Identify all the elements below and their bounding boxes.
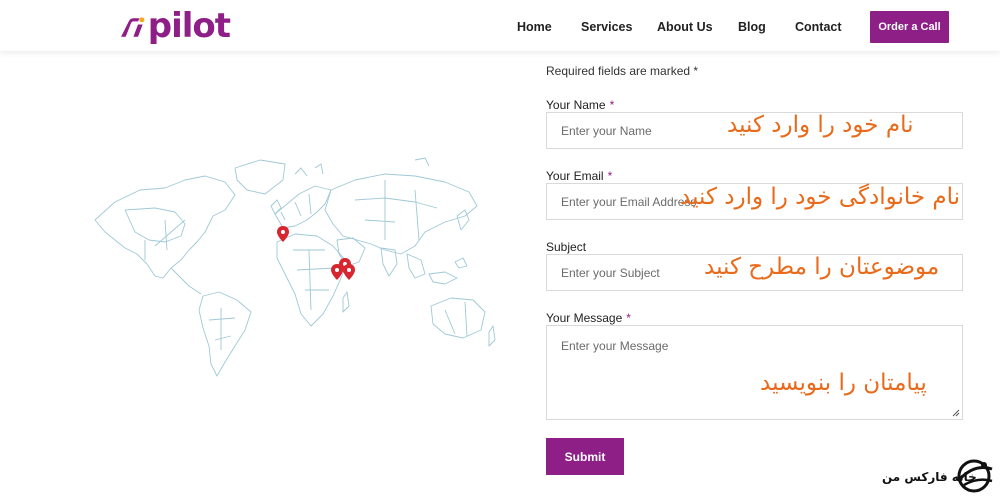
brand-name: pilot (147, 6, 231, 46)
subject-input[interactable] (547, 255, 962, 290)
logo-mark-icon (121, 17, 145, 37)
name-field[interactable] (546, 112, 963, 149)
name-input[interactable] (547, 113, 962, 148)
nav-blog[interactable]: Blog (738, 20, 766, 34)
required-fields-note: Required fields are marked * (546, 64, 699, 78)
required-star: * (626, 311, 631, 325)
nav-about-us[interactable]: About Us (657, 20, 713, 34)
brand-logo[interactable]: pilot (118, 6, 231, 46)
name-label-text: Your Name (546, 98, 606, 112)
email-input[interactable] (547, 184, 962, 219)
site-header: pilot Home Services About Us Blog Contac… (0, 0, 1000, 51)
resize-grip-icon[interactable] (952, 409, 960, 417)
message-label-text: Your Message (546, 311, 623, 325)
required-star: * (607, 169, 613, 183)
email-label-text: Your Email (546, 169, 604, 183)
message-textarea[interactable] (547, 326, 962, 419)
message-label: Your Message * (546, 311, 631, 325)
email-label: Your Email * (546, 169, 612, 183)
nav-home[interactable]: Home (517, 20, 552, 34)
map-pins (277, 226, 355, 280)
nav-contact[interactable]: Contact (795, 20, 842, 34)
name-label: Your Name * (546, 98, 614, 112)
watermark: خانه فارکس من (878, 455, 998, 497)
subject-field[interactable] (546, 254, 963, 291)
subject-label: Subject (546, 240, 586, 254)
message-field[interactable] (546, 325, 963, 420)
watermark-logo-icon (956, 459, 993, 493)
submit-button[interactable]: Submit (546, 438, 624, 475)
world-map (85, 150, 500, 385)
world-map-graphic (94, 157, 496, 377)
order-call-button[interactable]: Order a Call (870, 11, 949, 43)
nav-services[interactable]: Services (581, 20, 632, 34)
required-star: * (609, 98, 615, 112)
email-field[interactable] (546, 183, 963, 220)
subject-label-text: Subject (546, 240, 587, 254)
